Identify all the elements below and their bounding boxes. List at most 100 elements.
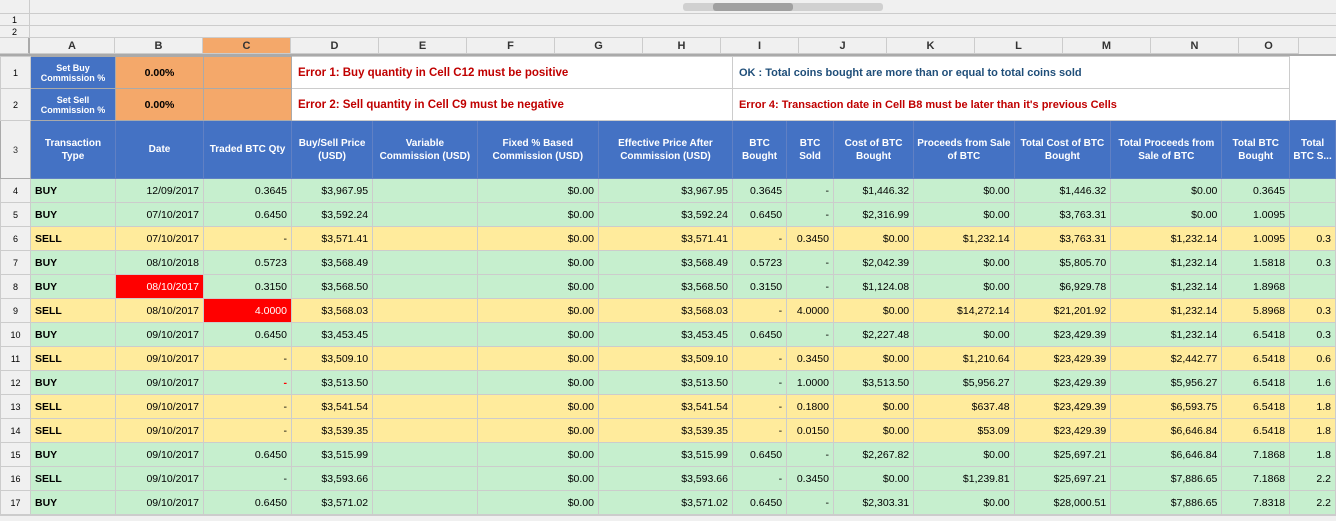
cell-var-commission[interactable] xyxy=(373,395,478,419)
cell-date[interactable]: 09/10/2017 xyxy=(116,443,204,467)
cell-date[interactable]: 09/10/2017 xyxy=(116,371,204,395)
cell-proceeds[interactable]: $0.00 xyxy=(914,251,1014,275)
cell-effective-price[interactable]: $3,453.45 xyxy=(598,323,732,347)
cell-btc-bought[interactable]: - xyxy=(732,467,786,491)
cell-var-commission[interactable] xyxy=(373,443,478,467)
cell-total-proceeds[interactable]: $2,442.77 xyxy=(1111,347,1222,371)
cell-total-proceeds[interactable]: $0.00 xyxy=(1111,179,1222,203)
cell-transaction-type[interactable]: BUY xyxy=(31,203,116,227)
cell-qty[interactable]: 4.0000 xyxy=(204,299,292,323)
cell-total-cost[interactable]: $23,429.39 xyxy=(1014,323,1111,347)
cell-fixed-commission[interactable]: $0.00 xyxy=(477,443,598,467)
cell-date[interactable]: 08/10/2017 xyxy=(116,275,204,299)
cell-var-commission[interactable] xyxy=(373,371,478,395)
cell-proceeds[interactable]: $5,956.27 xyxy=(914,371,1014,395)
cell-total-btc-s[interactable]: 1.8 xyxy=(1290,419,1336,443)
cell-total-btc-s[interactable]: 1.8 xyxy=(1290,443,1336,467)
cell-total-proceeds[interactable]: $0.00 xyxy=(1111,203,1222,227)
cell-transaction-type[interactable]: SELL xyxy=(31,227,116,251)
cell-qty[interactable]: - xyxy=(204,227,292,251)
cell-total-btc-s[interactable]: 0.3 xyxy=(1290,251,1336,275)
cell-total-cost[interactable]: $6,929.78 xyxy=(1014,275,1111,299)
cell-effective-price[interactable]: $3,541.54 xyxy=(598,395,732,419)
cell-total-proceeds[interactable]: $7,886.65 xyxy=(1111,491,1222,515)
cell-date[interactable]: 08/10/2018 xyxy=(116,251,204,275)
cell-btc-sold[interactable]: 4.0000 xyxy=(787,299,834,323)
cell-var-commission[interactable] xyxy=(373,323,478,347)
cell-qty[interactable]: 0.6450 xyxy=(204,203,292,227)
cell-total-cost[interactable]: $23,429.39 xyxy=(1014,371,1111,395)
col-header-D[interactable]: D xyxy=(291,38,379,54)
cell-price[interactable]: $3,453.45 xyxy=(292,323,373,347)
cell-effective-price[interactable]: $3,592.24 xyxy=(598,203,732,227)
cell-qty[interactable]: 0.3645 xyxy=(204,179,292,203)
cell-proceeds[interactable]: $637.48 xyxy=(914,395,1014,419)
cell-date[interactable]: 09/10/2017 xyxy=(116,323,204,347)
cell-price[interactable]: $3,509.10 xyxy=(292,347,373,371)
cell-total-proceeds[interactable]: $1,232.14 xyxy=(1111,275,1222,299)
col-header-M[interactable]: M xyxy=(1063,38,1151,54)
cell-qty[interactable]: 0.6450 xyxy=(204,491,292,515)
cell-qty[interactable]: - xyxy=(204,419,292,443)
cell-btc-bought[interactable]: 0.5723 xyxy=(732,251,786,275)
cell-btc-sold[interactable]: - xyxy=(787,491,834,515)
cell-btc-bought[interactable]: - xyxy=(732,419,786,443)
cell-btc-bought[interactable]: - xyxy=(732,371,786,395)
col-header-O[interactable]: O xyxy=(1239,38,1299,54)
cell-fixed-commission[interactable]: $0.00 xyxy=(477,275,598,299)
set-sell-value[interactable]: 0.00% xyxy=(116,89,204,121)
cell-total-btc-bought[interactable]: 6.5418 xyxy=(1222,323,1290,347)
cell-proceeds[interactable]: $1,232.14 xyxy=(914,227,1014,251)
cell-total-btc-s[interactable]: 0.3 xyxy=(1290,227,1336,251)
cell-fixed-commission[interactable]: $0.00 xyxy=(477,371,598,395)
cell-total-btc-bought[interactable]: 1.0095 xyxy=(1222,203,1290,227)
cell-c1[interactable] xyxy=(204,57,292,89)
cell-total-cost[interactable]: $28,000.51 xyxy=(1014,491,1111,515)
col-header-N[interactable]: N xyxy=(1151,38,1239,54)
cell-transaction-type[interactable]: BUY xyxy=(31,179,116,203)
cell-transaction-type[interactable]: BUY xyxy=(31,251,116,275)
cell-var-commission[interactable] xyxy=(373,203,478,227)
cell-total-cost[interactable]: $5,805.70 xyxy=(1014,251,1111,275)
cell-transaction-type[interactable]: SELL xyxy=(31,347,116,371)
cell-qty[interactable]: 0.6450 xyxy=(204,323,292,347)
cell-effective-price[interactable]: $3,513.50 xyxy=(598,371,732,395)
cell-transaction-type[interactable]: SELL xyxy=(31,467,116,491)
cell-cost-btc[interactable]: $0.00 xyxy=(833,347,913,371)
cell-btc-bought[interactable]: 0.6450 xyxy=(732,203,786,227)
cell-price[interactable]: $3,593.66 xyxy=(292,467,373,491)
cell-proceeds[interactable]: $0.00 xyxy=(914,443,1014,467)
cell-price[interactable]: $3,967.95 xyxy=(292,179,373,203)
cell-effective-price[interactable]: $3,568.49 xyxy=(598,251,732,275)
cell-total-btc-bought[interactable]: 5.8968 xyxy=(1222,299,1290,323)
cell-btc-bought[interactable]: - xyxy=(732,227,786,251)
cell-fixed-commission[interactable]: $0.00 xyxy=(477,203,598,227)
cell-btc-bought[interactable]: - xyxy=(732,395,786,419)
cell-fixed-commission[interactable]: $0.00 xyxy=(477,395,598,419)
col-header-J[interactable]: J xyxy=(799,38,887,54)
cell-total-btc-bought[interactable]: 1.0095 xyxy=(1222,227,1290,251)
cell-price[interactable]: $3,515.99 xyxy=(292,443,373,467)
cell-btc-sold[interactable]: - xyxy=(787,323,834,347)
cell-effective-price[interactable]: $3,515.99 xyxy=(598,443,732,467)
cell-total-btc-s[interactable]: 0.6 xyxy=(1290,347,1336,371)
cell-btc-sold[interactable]: 0.3450 xyxy=(787,227,834,251)
cell-btc-bought[interactable]: - xyxy=(732,299,786,323)
cell-total-proceeds[interactable]: $5,956.27 xyxy=(1111,371,1222,395)
cell-effective-price[interactable]: $3,568.50 xyxy=(598,275,732,299)
cell-total-cost[interactable]: $25,697.21 xyxy=(1014,443,1111,467)
cell-fixed-commission[interactable]: $0.00 xyxy=(477,491,598,515)
cell-date[interactable]: 08/10/2017 xyxy=(116,299,204,323)
cell-proceeds[interactable]: $53.09 xyxy=(914,419,1014,443)
cell-btc-bought[interactable]: 0.6450 xyxy=(732,443,786,467)
cell-total-btc-bought[interactable]: 7.8318 xyxy=(1222,491,1290,515)
cell-qty[interactable]: - xyxy=(204,371,292,395)
cell-total-btc-bought[interactable]: 0.3645 xyxy=(1222,179,1290,203)
cell-date[interactable]: 12/09/2017 xyxy=(116,179,204,203)
cell-btc-bought[interactable]: 0.3645 xyxy=(732,179,786,203)
cell-fixed-commission[interactable]: $0.00 xyxy=(477,179,598,203)
cell-cost-btc[interactable]: $2,227.48 xyxy=(833,323,913,347)
cell-total-cost[interactable]: $23,429.39 xyxy=(1014,419,1111,443)
cell-proceeds[interactable]: $0.00 xyxy=(914,323,1014,347)
cell-var-commission[interactable] xyxy=(373,467,478,491)
